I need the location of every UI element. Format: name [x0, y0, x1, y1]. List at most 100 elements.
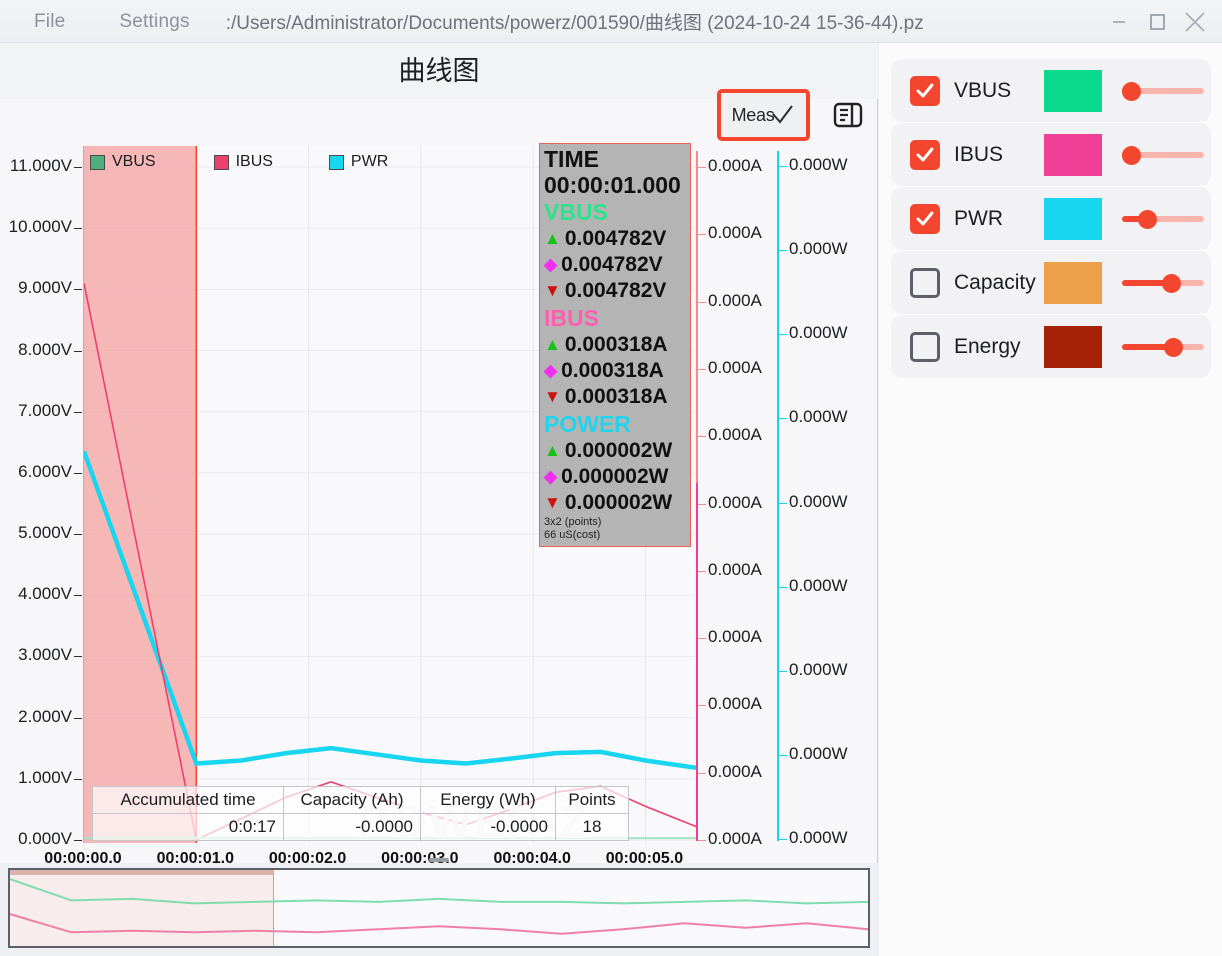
up-triangle-icon: ▲ — [544, 438, 561, 464]
checkbox-vbus[interactable] — [910, 76, 940, 106]
legend-item-ibus[interactable]: IBUS — [214, 153, 273, 171]
power-tick-mark — [778, 166, 787, 167]
maximize-button[interactable] — [1138, 0, 1176, 43]
voltage-tick-mark — [74, 473, 82, 474]
overview-resize-handle[interactable] — [429, 858, 449, 862]
slider-knob[interactable] — [1162, 274, 1181, 293]
power-tick-label: 0.000W — [789, 828, 848, 848]
series-row-vbus[interactable]: VBUS — [891, 59, 1211, 122]
series-row-capacity[interactable]: Capacity — [891, 251, 1211, 314]
chart-panel: 曲线图 Meas 0.000V1.000V2.000V3.000V4.000V5… — [0, 43, 878, 863]
series-row-ibus[interactable]: IBUS — [891, 123, 1211, 186]
measurement-value: 0.004782V — [561, 252, 663, 278]
x-tick-label: 00:00:01.0 — [140, 850, 250, 868]
overview-strip[interactable] — [8, 868, 870, 948]
checkbox-energy[interactable] — [910, 332, 940, 362]
measurement-row: ◆0.004782V — [544, 252, 686, 278]
diamond-icon: ◆ — [544, 252, 557, 278]
voltage-tick-mark — [74, 840, 82, 841]
slider-knob[interactable] — [1122, 82, 1141, 101]
voltage-tick-mark — [74, 779, 82, 780]
voltage-tick-label: 9.000V — [0, 278, 72, 298]
current-tick-mark — [697, 504, 706, 505]
up-triangle-icon: ▲ — [544, 226, 561, 252]
power-tick-label: 0.000W — [789, 155, 848, 175]
voltage-tick-label: 1.000V — [0, 768, 72, 788]
overview-series-ibus — [10, 914, 868, 934]
power-tick-mark — [778, 334, 787, 335]
current-tick-label: 0.000A — [708, 425, 762, 445]
measurement-row: ▼0.000318A — [544, 384, 686, 410]
power-tick-label: 0.000W — [789, 492, 848, 512]
legend-label: IBUS — [236, 153, 273, 171]
voltage-tick-label: 10.000V — [0, 217, 72, 237]
current-tick-mark — [697, 436, 706, 437]
width-slider-energy[interactable] — [1122, 337, 1204, 357]
color-swatch-energy[interactable] — [1044, 326, 1102, 368]
down-triangle-icon: ▼ — [544, 490, 561, 516]
slider-knob[interactable] — [1164, 338, 1183, 357]
stats-value: 18 — [556, 814, 629, 841]
close-button[interactable] — [1176, 0, 1214, 43]
legend-swatch-icon — [90, 155, 105, 170]
voltage-tick-mark — [74, 351, 82, 352]
list-panel-button[interactable] — [828, 95, 868, 135]
series-label: PWR — [954, 207, 1050, 231]
color-swatch-pwr[interactable] — [1044, 198, 1102, 240]
menu-file[interactable]: File — [18, 0, 81, 43]
legend-swatch-icon — [214, 155, 229, 170]
measurement-value: 0.000318A — [561, 358, 664, 384]
measurement-row: ▲0.004782V — [544, 226, 686, 252]
series-row-pwr[interactable]: PWR — [891, 187, 1211, 250]
voltage-tick-mark — [74, 534, 82, 535]
stats-table: Accumulated timeCapacity (Ah)Energy (Wh)… — [92, 786, 629, 841]
voltage-tick-label: 7.000V — [0, 401, 72, 421]
current-tick-mark — [697, 167, 706, 168]
voltage-tick-mark — [74, 595, 82, 596]
power-tick-mark — [778, 755, 787, 756]
series-label: VBUS — [954, 79, 1050, 103]
minimize-button[interactable] — [1100, 0, 1138, 43]
current-tick-label: 0.000A — [708, 627, 762, 647]
width-slider-ibus[interactable] — [1122, 145, 1204, 165]
width-slider-capacity[interactable] — [1122, 273, 1204, 293]
legend-item-pwr[interactable]: PWR — [329, 153, 388, 171]
color-swatch-vbus[interactable] — [1044, 70, 1102, 112]
meas-button[interactable]: Meas — [717, 89, 810, 141]
measurement-group-title: IBUS — [544, 304, 686, 332]
slider-knob[interactable] — [1138, 210, 1157, 229]
measurement-note-cost: 66 uS(cost) — [544, 529, 686, 542]
measurement-value: 0.000002W — [565, 490, 672, 516]
series-row-energy[interactable]: Energy — [891, 315, 1211, 378]
current-tick-mark — [697, 638, 706, 639]
legend-item-vbus[interactable]: VBUS — [90, 153, 156, 171]
x-tick-label: 00:00:04.0 — [477, 850, 587, 868]
color-swatch-ibus[interactable] — [1044, 134, 1102, 176]
width-slider-vbus[interactable] — [1122, 81, 1204, 101]
checkbox-ibus[interactable] — [910, 140, 940, 170]
window-controls — [1100, 0, 1214, 43]
current-tick-label: 0.000A — [708, 223, 762, 243]
stats-value: 0:0:17 — [93, 814, 284, 841]
menu-settings[interactable]: Settings — [103, 0, 205, 43]
measurement-value: 0.000002W — [561, 464, 668, 490]
series-label: Energy — [954, 335, 1050, 359]
slider-knob[interactable] — [1122, 146, 1141, 165]
voltage-tick-mark — [74, 412, 82, 413]
current-tick-mark — [697, 840, 706, 841]
stats-header: Points — [556, 787, 629, 814]
measurement-row: ◆0.000002W — [544, 464, 686, 490]
legend-swatch-icon — [329, 155, 344, 170]
checkbox-pwr[interactable] — [910, 204, 940, 234]
width-slider-pwr[interactable] — [1122, 209, 1204, 229]
measurement-groups: VBUS▲0.004782V◆0.004782V▼0.004782VIBUS▲0… — [544, 198, 686, 516]
measurement-group-title: POWER — [544, 410, 686, 438]
checkbox-capacity[interactable] — [910, 268, 940, 298]
voltage-tick-label: 11.000V — [0, 156, 72, 176]
title-bar: File Settings :/Users/Administrator/Docu… — [0, 0, 1222, 43]
measurement-note-points: 3x2 (points) — [544, 516, 686, 529]
close-icon — [1181, 8, 1209, 36]
x-tick-label: 00:00:03.0 — [365, 850, 475, 868]
x-tick-label: 00:00:02.0 — [253, 850, 363, 868]
color-swatch-capacity[interactable] — [1044, 262, 1102, 304]
